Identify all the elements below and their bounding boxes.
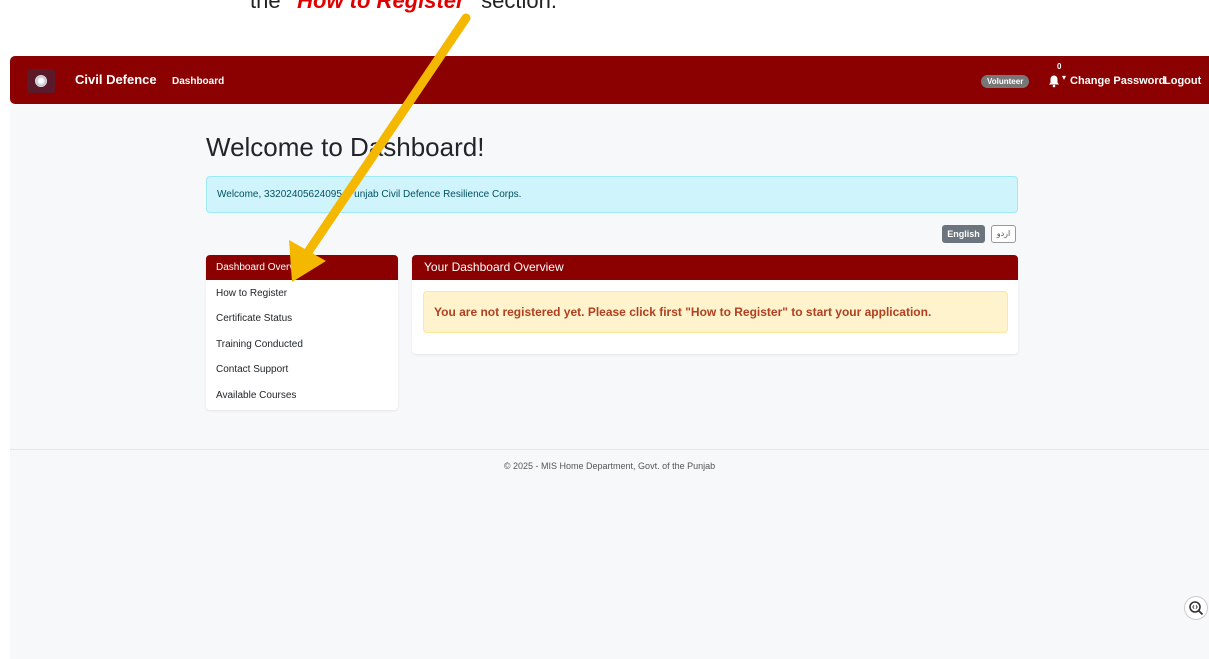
brand-name[interactable]: Civil Defence — [75, 72, 157, 87]
sidebar-item-contact-support[interactable]: Contact Support — [206, 357, 398, 382]
sidebar-item-available-courses[interactable]: Available Courses — [206, 383, 398, 408]
nav-dashboard-link[interactable]: Dashboard — [172, 76, 224, 87]
registration-warning-alert: You are not registered yet. Please click… — [423, 291, 1008, 333]
footer-text: © 2025 - MIS Home Department, Govt. of t… — [503, 461, 716, 471]
sidebar-item-dashboard-overview[interactable]: Dashboard Overview — [206, 255, 398, 280]
instruction-prefix: the — [250, 0, 287, 13]
role-badge: Volunteer — [981, 75, 1030, 88]
language-english-button[interactable]: English — [942, 225, 985, 243]
sidebar-item-training-conducted[interactable]: Training Conducted — [206, 332, 398, 357]
sidebar-menu: Dashboard Overview How to Register Certi… — [206, 255, 398, 410]
top-navbar: Civil Defence Dashboard Volunteer 0 ▾ Ch… — [10, 56, 1209, 104]
bell-icon[interactable] — [1047, 74, 1061, 88]
chevron-down-icon[interactable]: ▾ — [1062, 73, 1066, 82]
logout-link[interactable]: Logout — [1164, 75, 1201, 87]
notification-count: 0 — [1057, 62, 1062, 71]
page-title: Welcome to Dashboard! — [206, 132, 485, 162]
instruction-suffix: section. — [475, 0, 557, 13]
zoom-icon[interactable] — [1184, 596, 1208, 620]
footer-divider — [10, 449, 1209, 450]
instruction-caption: the "How to Register" section. — [250, 0, 557, 14]
change-password-link[interactable]: Change Password — [1070, 75, 1165, 87]
dashboard-overview-panel: Your Dashboard Overview You are not regi… — [412, 255, 1018, 354]
app-window: Civil Defence Dashboard Volunteer 0 ▾ Ch… — [10, 56, 1209, 659]
panel-title: Your Dashboard Overview — [412, 255, 1018, 280]
welcome-alert: Welcome, 33202405624095, Punjab Civil De… — [206, 176, 1018, 213]
sidebar-item-certificate-status[interactable]: Certificate Status — [206, 306, 398, 331]
language-urdu-button[interactable]: اردو — [991, 225, 1016, 243]
sidebar-item-how-to-register[interactable]: How to Register — [206, 281, 398, 306]
instruction-highlight: "How to Register" — [286, 0, 476, 13]
civil-defence-logo-icon[interactable] — [27, 69, 55, 93]
